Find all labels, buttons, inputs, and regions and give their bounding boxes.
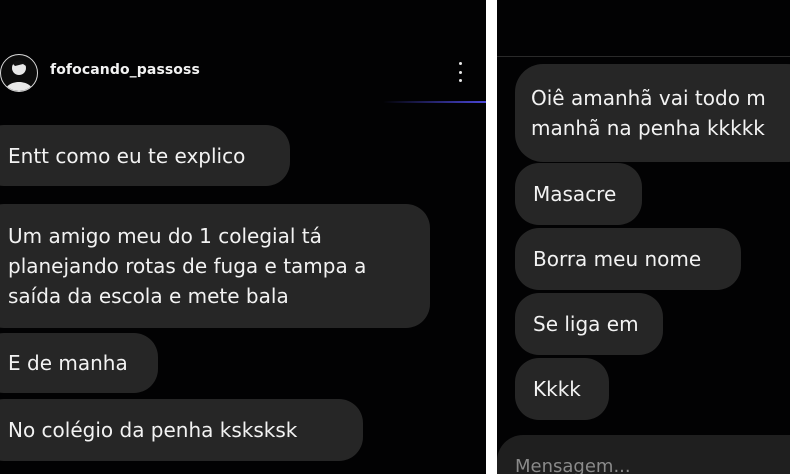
left-screenshot-panel: fofocando_passoss Entt como eu te explic…: [0, 0, 486, 474]
more-vertical-icon[interactable]: [450, 60, 470, 84]
message-text: Entt como eu te explico: [8, 143, 246, 168]
message-bubble: Se liga em: [515, 293, 663, 355]
chat-username[interactable]: fofocando_passoss: [50, 62, 200, 78]
header-accent-line: [383, 101, 486, 103]
message-bubble: No colégio da penha ksksksk: [0, 399, 363, 461]
avatar-bust-icon[interactable]: [0, 54, 38, 92]
message-text: Um amigo meu do 1 colegial tá planejando…: [8, 224, 367, 308]
message-bubble: Kkkk: [515, 358, 609, 420]
header-divider: [497, 56, 790, 57]
message-bubble: Entt como eu te explico: [0, 125, 290, 186]
message-bubble: E de manha: [0, 333, 158, 393]
message-text: Oiê amanhã vai todo m manhã na penha kkk…: [531, 86, 766, 140]
message-text: E de manha: [8, 351, 128, 375]
message-bubble: Masacre: [515, 163, 642, 225]
message-text: Kkkk: [533, 377, 581, 401]
right-screenshot-panel: Oiê amanhã vai todo m manhã na penha kkk…: [497, 0, 790, 474]
message-input[interactable]: [513, 455, 777, 474]
message-text: Masacre: [533, 182, 617, 206]
message-text: No colégio da penha ksksksk: [8, 418, 298, 442]
message-bubble: Borra meu nome: [515, 228, 741, 290]
message-bubble: Um amigo meu do 1 colegial tá planejando…: [0, 204, 430, 328]
chat-header: fofocando_passoss: [0, 48, 486, 100]
message-text: Borra meu nome: [533, 247, 702, 271]
message-bubble: Oiê amanhã vai todo m manhã na penha kkk…: [515, 64, 790, 162]
message-composer: [497, 435, 790, 474]
message-text: Se liga em: [533, 312, 639, 336]
